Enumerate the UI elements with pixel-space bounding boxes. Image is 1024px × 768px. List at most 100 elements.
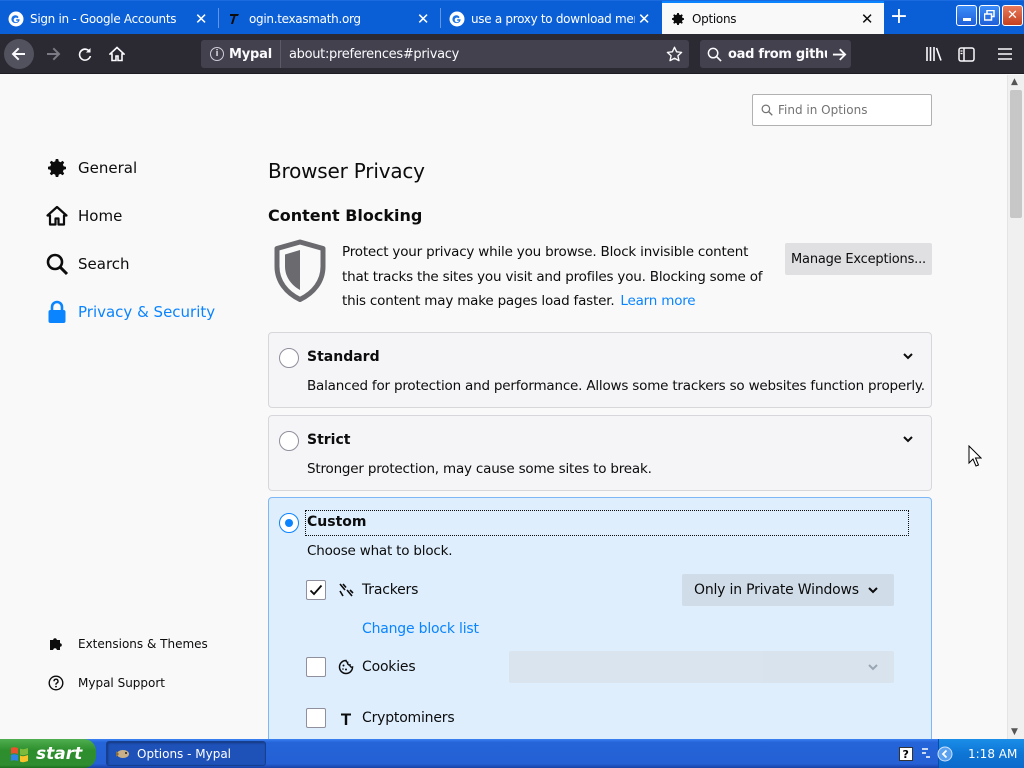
close-tab-icon[interactable]: ✕ — [414, 10, 432, 28]
find-placeholder: Find in Options — [778, 103, 868, 117]
texasmath-icon — [227, 11, 243, 27]
help-tray-icon[interactable]: ? — [899, 746, 913, 761]
restore-window-button[interactable] — [979, 5, 1000, 26]
close-icon: ✕ — [1007, 8, 1018, 23]
menu-button[interactable] — [994, 43, 1016, 65]
chevron-down-icon — [868, 586, 878, 594]
sidebar-extensions-themes[interactable]: Extensions & Themes — [46, 636, 208, 652]
url-text[interactable]: about:preferences#privacy — [289, 47, 659, 62]
sidebar-item-general[interactable]: General — [44, 154, 137, 182]
home-icon — [109, 46, 125, 62]
close-tab-icon[interactable]: ✕ — [192, 10, 210, 28]
minimize-icon — [962, 18, 971, 21]
trackers-dropdown[interactable]: Only in Private Windows — [682, 574, 894, 606]
close-window-button[interactable]: ✕ — [1002, 5, 1023, 26]
sidebar-item-label: Home — [78, 207, 123, 225]
search-go-arrow-icon[interactable] — [827, 47, 851, 62]
start-button[interactable]: start — [0, 739, 96, 768]
show-hidden-icons-button[interactable] — [937, 746, 953, 762]
sidebar-footer-label: Mypal Support — [78, 676, 166, 690]
strict-title: Strict — [307, 432, 351, 448]
clock: 1:18 AM — [968, 747, 1018, 761]
search-text[interactable]: oad from github — [728, 47, 827, 62]
identity-label: Mypal — [229, 46, 272, 62]
tab-options[interactable]: Options ✕ — [662, 1, 884, 35]
help-icon — [46, 675, 66, 691]
forward-button[interactable] — [38, 39, 68, 69]
close-tab-icon[interactable]: ✕ — [635, 10, 653, 28]
start-label: start — [36, 743, 83, 764]
site-identity-box[interactable]: i Mypal — [201, 40, 281, 68]
tab-title: Options — [692, 12, 737, 26]
cookies-dropdown[interactable] — [509, 651, 894, 683]
trackers-checkbox[interactable] — [306, 580, 326, 600]
chevron-down-icon — [868, 663, 878, 671]
cryptominers-checkbox[interactable] — [306, 708, 326, 728]
sidebar-item-label: Search — [78, 255, 130, 273]
bookmark-star-icon[interactable] — [659, 46, 689, 63]
tab-strip: Sign in - Google Accounts ✕ ogin.texasma… — [0, 0, 1024, 35]
tab-title: ogin.texasmath.org — [249, 11, 361, 26]
custom-option-card[interactable]: Custom Choose what to block. Trackers On… — [268, 497, 932, 739]
scroll-up-icon[interactable]: ▲ — [1011, 77, 1018, 87]
tracker-icon — [337, 581, 355, 599]
learn-more-link[interactable]: Learn more — [620, 293, 695, 309]
standard-option-card[interactable]: Standard Balanced for protection and per… — [268, 332, 932, 408]
vertical-scrollbar[interactable]: ▲ ▼ — [1007, 75, 1024, 739]
minimize-window-button[interactable] — [956, 5, 977, 26]
mouse-cursor-icon — [968, 444, 983, 471]
taskbar-item-mypal[interactable]: Options - Mypal — [106, 741, 266, 766]
sidebar-item-search[interactable]: Search — [44, 250, 130, 278]
restore-icon — [984, 10, 995, 21]
lock-icon — [44, 299, 70, 325]
gear-icon — [44, 155, 70, 181]
strict-description: Stronger protection, may cause some site… — [307, 461, 652, 477]
tab-google-signin[interactable]: Sign in - Google Accounts ✕ — [0, 2, 218, 35]
tab-texasmath[interactable]: ogin.texasmath.org ✕ — [219, 2, 440, 35]
back-button[interactable] — [4, 39, 34, 69]
forward-arrow-icon — [47, 47, 61, 61]
chevron-down-icon[interactable] — [901, 432, 915, 446]
manage-exceptions-button[interactable]: Manage Exceptions... — [785, 243, 932, 275]
sidebar-item-home[interactable]: Home — [44, 202, 122, 230]
sidebar-item-label: General — [78, 159, 138, 177]
sidebar-toggle-button[interactable] — [955, 43, 977, 65]
strict-radio[interactable] — [279, 431, 299, 451]
checkmark-icon — [309, 584, 323, 596]
chevron-down-icon[interactable] — [901, 349, 915, 363]
url-bar[interactable]: i Mypal about:preferences#privacy — [201, 40, 689, 68]
tab-proxy-search[interactable]: use a proxy to download memz - ✕ — [441, 2, 661, 35]
change-block-list-link[interactable]: Change block list — [362, 621, 479, 637]
search-bar[interactable]: oad from github — [700, 40, 851, 68]
google-icon — [449, 11, 465, 27]
new-tab-button[interactable]: + — [886, 6, 912, 30]
home-button[interactable] — [102, 39, 132, 69]
scrollbar-thumb[interactable] — [1010, 90, 1022, 218]
close-tab-icon[interactable]: ✕ — [858, 10, 876, 28]
tab-title: use a proxy to download memz - — [471, 11, 635, 26]
gear-icon — [670, 11, 686, 27]
standard-description: Balanced for protection and performance.… — [307, 378, 925, 394]
cookies-checkbox[interactable] — [306, 657, 326, 677]
network-tray-icon[interactable] — [921, 747, 931, 761]
standard-radio[interactable] — [279, 348, 299, 368]
custom-radio[interactable] — [279, 513, 299, 533]
dropdown-value: Only in Private Windows — [694, 582, 859, 598]
windows-logo-icon — [10, 745, 30, 763]
sidebar-item-privacy-security[interactable]: Privacy & Security — [44, 298, 215, 326]
library-icon — [926, 47, 942, 61]
strict-option-card[interactable]: Strict Stronger protection, may cause so… — [268, 415, 932, 491]
page-title: Browser Privacy — [268, 159, 425, 183]
sidebar-support[interactable]: Mypal Support — [46, 675, 165, 691]
description-text: Protect your privacy while you browse. B… — [342, 244, 763, 309]
content-blocking-description: Protect your privacy while you browse. B… — [342, 240, 772, 314]
scroll-down-icon[interactable]: ▼ — [1011, 727, 1018, 737]
trackers-label: Trackers — [362, 582, 419, 598]
find-in-options-input[interactable]: Find in Options — [752, 94, 932, 126]
sidebar-footer-label: Extensions & Themes — [78, 637, 208, 651]
preferences-page: Find in Options General Home Search Priv… — [0, 75, 1007, 739]
windows-taskbar: start Options - Mypal ? 1:18 AM — [0, 739, 1024, 768]
reload-button[interactable] — [70, 39, 100, 69]
home-icon — [44, 203, 70, 229]
library-button[interactable] — [923, 43, 945, 65]
